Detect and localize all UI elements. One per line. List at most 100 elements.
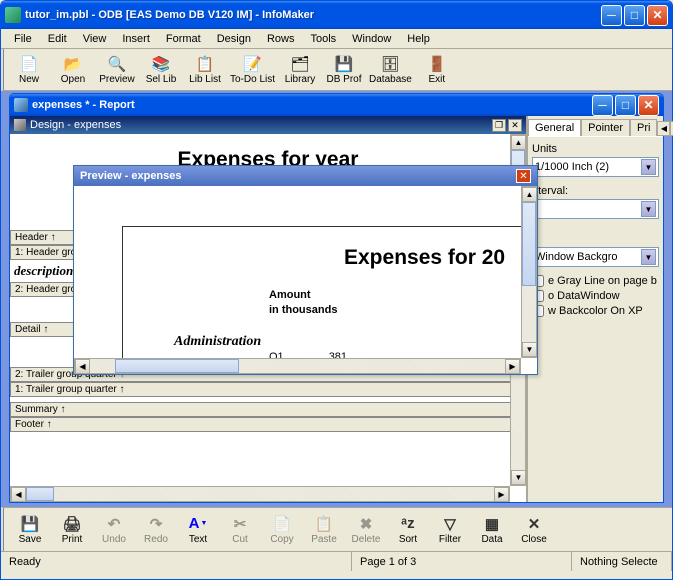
sort-icon: ᵃz <box>398 515 418 533</box>
preview-hscrollbar[interactable]: ◀ ▶ <box>74 358 521 374</box>
main-toolbar: 📄New📂Open🔍Preview📚Sel Lib📋Lib List📝To-Do… <box>1 49 672 91</box>
scroll-up-icon[interactable]: ▲ <box>522 187 537 202</box>
tab-pointer[interactable]: Pointer <box>581 119 630 136</box>
app-icon <box>5 7 21 23</box>
new-button[interactable]: 📄New <box>10 55 48 85</box>
menu-window[interactable]: Window <box>345 31 398 47</box>
text-icon: A▼ <box>188 515 208 533</box>
report-maximize-button[interactable]: □ <box>615 95 636 116</box>
design-titlebar: Design - expenses ❐ ✕ <box>10 116 526 134</box>
menu-design[interactable]: Design <box>210 31 258 47</box>
preview-section: Administration <box>174 334 261 350</box>
open-button[interactable]: 📂Open <box>54 55 92 85</box>
design-title: Design - expenses <box>30 119 490 131</box>
color-value: Window Backgro <box>535 251 641 263</box>
exit-button[interactable]: 🚪Exit <box>418 55 456 85</box>
minimize-button[interactable]: ─ <box>601 5 622 26</box>
scroll-left-icon[interactable]: ◀ <box>11 487 26 502</box>
preview-close-button[interactable]: ✕ <box>516 169 531 183</box>
band-footer[interactable]: Footer ↑ <box>10 417 526 432</box>
design-close-button[interactable]: ✕ <box>508 119 522 132</box>
lib-list-button[interactable]: 📋Lib List <box>186 55 224 85</box>
menu-edit[interactable]: Edit <box>41 31 74 47</box>
lib-list-icon: 📋 <box>195 55 215 73</box>
save-button[interactable]: 💾Save <box>10 515 50 545</box>
preview-window: Preview - expenses ✕ Expenses for 20 Amo… <box>73 165 538 375</box>
sort-button[interactable]: ᵃzSort <box>388 515 428 545</box>
band-summary[interactable]: Summary ↑ <box>10 402 526 417</box>
scroll-down-icon[interactable]: ▼ <box>511 470 526 485</box>
preview-subtitle: Amountin thousands <box>269 286 337 316</box>
scroll-right-icon[interactable]: ▶ <box>494 487 509 502</box>
text-button[interactable]: A▼Text <box>178 515 218 545</box>
scroll-down-icon[interactable]: ▼ <box>522 342 537 357</box>
paste-button: 📋Paste <box>304 515 344 545</box>
scroll-left-icon[interactable]: ◀ <box>75 359 90 374</box>
maximize-button[interactable]: □ <box>624 5 645 26</box>
check-gray-line[interactable]: e Gray Line on page b <box>532 275 659 287</box>
menu-view[interactable]: View <box>76 31 114 47</box>
to-do-list-button[interactable]: 📝To-Do List <box>230 55 275 85</box>
delete-icon: ✖ <box>356 515 376 533</box>
check-datawindow[interactable]: o DataWindow <box>532 290 659 302</box>
preview-button[interactable]: 🔍Preview <box>98 55 136 85</box>
scroll-thumb[interactable] <box>115 359 240 373</box>
tab-print[interactable]: Pri <box>630 119 657 136</box>
preview-content: Expenses for 20 Amountin thousands Admin… <box>74 186 537 358</box>
menu-insert[interactable]: Insert <box>115 31 157 47</box>
band-trailer-group-1[interactable]: 1: Trailer group quarter ↑ <box>10 382 526 397</box>
delete-button: ✖Delete <box>346 515 386 545</box>
preview-titlebar[interactable]: Preview - expenses ✕ <box>74 166 537 186</box>
scroll-up-icon[interactable]: ▲ <box>511 135 526 150</box>
menu-rows[interactable]: Rows <box>260 31 302 47</box>
db-prof-button[interactable]: 💾DB Prof <box>325 55 363 85</box>
print-button[interactable]: 🖨Print <box>52 515 92 545</box>
db-prof-icon: 💾 <box>334 55 354 73</box>
chevron-down-icon[interactable]: ▼ <box>641 201 656 217</box>
report-close-button[interactable]: ✕ <box>638 95 659 116</box>
print-icon: 🖨 <box>62 515 82 533</box>
cut-icon: ✂ <box>230 515 250 533</box>
tab-general[interactable]: General <box>528 119 581 136</box>
app-title: tutor_im.pbl - ODB [EAS Demo DB V120 IM]… <box>25 9 601 21</box>
report-titlebar: expenses * - Report ─ □ ✕ <box>10 94 663 116</box>
units-combo[interactable]: 1/1000 Inch (2) ▼ <box>532 157 659 177</box>
close-button[interactable]: ✕Close <box>514 515 554 545</box>
scroll-right-icon[interactable]: ▶ <box>505 359 520 374</box>
preview-data-row: Q1381 <box>269 351 347 358</box>
library-button[interactable]: 🗂Library <box>281 55 319 85</box>
sel-lib-button[interactable]: 📚Sel Lib <box>142 55 180 85</box>
menu-tools[interactable]: Tools <box>303 31 343 47</box>
status-bar: Ready Page 1 of 3 Nothing Selecte <box>1 551 672 571</box>
scroll-thumb[interactable] <box>522 202 536 286</box>
chevron-down-icon[interactable]: ▼ <box>641 249 656 265</box>
copy-icon: 📄 <box>272 515 292 533</box>
interval-combo[interactable]: ▼ <box>532 199 659 219</box>
design-hscrollbar[interactable]: ◀ ▶ <box>10 486 510 502</box>
scroll-thumb[interactable] <box>26 487 54 501</box>
preview-vscrollbar[interactable]: ▲ ▼ <box>521 186 537 358</box>
properties-body: Units 1/1000 Inch (2) ▼ nterval: ▼ Windo… <box>528 136 663 502</box>
properties-tabs: General Pointer Pri ◀ ▶ <box>528 116 663 136</box>
filter-button[interactable]: ▽Filter <box>430 515 470 545</box>
data-button[interactable]: ▦Data <box>472 515 512 545</box>
design-restore-button[interactable]: ❐ <box>492 119 506 132</box>
scroll-track[interactable] <box>26 487 494 501</box>
report-minimize-button[interactable]: ─ <box>592 95 613 116</box>
mdi-area: expenses * - Report ─ □ ✕ Design - expen… <box>1 91 672 507</box>
tab-scroll-left-icon[interactable]: ◀ <box>657 121 670 136</box>
preview-icon: 🔍 <box>107 55 127 73</box>
check-backcolor-xp[interactable]: w Backcolor On XP <box>532 305 659 317</box>
chevron-down-icon[interactable]: ▼ <box>641 159 656 175</box>
copy-button: 📄Copy <box>262 515 302 545</box>
menu-file[interactable]: File <box>7 31 39 47</box>
preview-title: Preview - expenses <box>80 170 516 182</box>
database-button[interactable]: 🗄Database <box>369 55 412 85</box>
menu-format[interactable]: Format <box>159 31 208 47</box>
app-titlebar: tutor_im.pbl - ODB [EAS Demo DB V120 IM]… <box>1 1 672 29</box>
color-combo[interactable]: Window Backgro ▼ <box>532 247 659 267</box>
units-value: 1/1000 Inch (2) <box>535 161 641 173</box>
menu-help[interactable]: Help <box>400 31 437 47</box>
close-button[interactable]: ✕ <box>647 5 668 26</box>
save-icon: 💾 <box>20 515 40 533</box>
